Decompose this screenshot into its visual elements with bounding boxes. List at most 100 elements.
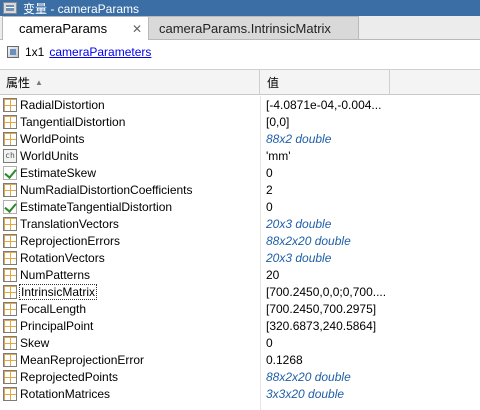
property-value[interactable]: 0 [260,198,480,215]
table-row[interactable]: EstimateTangentialDistortion 0 [0,198,480,215]
property-name-cell[interactable]: RotationMatrices [0,385,260,402]
variable-info-bar: 1x1 cameraParameters [0,40,480,64]
table-row[interactable]: ch WorldUnits'mm' [0,147,480,164]
property-name: WorldUnits [20,148,79,163]
property-name: ReprojectionErrors [20,233,121,248]
properties-table: 属性 ▲ 值 RadialDistortion [-4.0871e-04,-0.0… [0,69,480,410]
property-name-cell[interactable]: EstimateTangentialDistortion [0,198,260,215]
table-row[interactable]: MeanReprojectionError 0.1268 [0,351,480,368]
property-name-cell[interactable]: ReprojectedPoints [0,368,260,385]
property-name: TranslationVectors [20,216,119,231]
property-name-cell[interactable]: IntrinsicMatrix [0,283,260,300]
property-value[interactable]: 20x3 double [260,215,480,232]
table-row[interactable]: Skew 0 [0,334,480,351]
table-header: 属性 ▲ 值 [0,70,480,95]
property-value[interactable]: [700.2450,0,0;0,700.... [260,283,480,300]
property-name: RadialDistortion [20,97,105,112]
property-value[interactable]: [0,0] [260,113,480,130]
tab-cameraparams[interactable]: cameraParams ✕ [2,16,149,41]
column-header-value[interactable]: 值 [260,70,390,95]
window-titlebar: 变量 - cameraParams [0,0,480,16]
matrix-icon [3,386,17,401]
property-name-cell[interactable]: ReprojectionErrors [0,232,260,249]
tab-intrinsicmatrix[interactable]: cameraParams.IntrinsicMatrix [149,16,359,40]
property-value[interactable]: 0.1268 [260,351,480,368]
property-name-cell[interactable]: ch WorldUnits [0,147,260,164]
property-value[interactable]: 20 [260,266,480,283]
table-row[interactable]: PrincipalPoint [320.6873,240.5864] [0,317,480,334]
property-name: RotationMatrices [20,386,111,401]
matrix-icon [3,182,17,197]
tab-label: cameraParams.IntrinsicMatrix [159,20,331,36]
property-name: EstimateSkew [20,165,97,180]
property-name: Skew [20,335,50,350]
column-header-property[interactable]: 属性 ▲ [0,70,260,95]
tab-label: cameraParams [19,21,108,36]
property-name-cell[interactable]: NumPatterns [0,266,260,283]
close-icon[interactable]: ✕ [132,22,142,36]
property-name-cell[interactable]: RotationVectors [0,249,260,266]
property-name-cell[interactable]: TangentialDistortion [0,113,260,130]
variables-window-icon [3,2,17,14]
property-name: MeanReprojectionError [20,352,145,367]
property-name-cell[interactable]: FocalLength [0,300,260,317]
tab-strip: cameraParams ✕ cameraParams.IntrinsicMat… [0,16,480,41]
matrix-icon [3,131,17,146]
property-value[interactable]: 3x3x20 double [260,385,480,402]
table-body: RadialDistortion [-4.0871e-04,-0.004... Ta… [0,96,480,402]
matrix-icon [3,233,17,248]
property-value[interactable]: [700.2450,700.2975] [260,300,480,317]
table-row[interactable]: NumPatterns 20 [0,266,480,283]
matrix-icon [3,352,17,367]
property-value[interactable]: 20x3 double [260,249,480,266]
matrix-icon [3,250,17,265]
column-header-label: 属性 [6,76,31,90]
table-row[interactable]: WorldPoints 88x2 double [0,130,480,147]
table-row[interactable]: RotationMatrices 3x3x20 double [0,385,480,402]
property-name: ReprojectedPoints [20,369,119,384]
table-row[interactable]: RadialDistortion [-4.0871e-04,-0.004... [0,96,480,113]
property-name: NumRadialDistortionCoefficients [20,182,193,197]
property-name-cell[interactable]: PrincipalPoint [0,317,260,334]
property-value[interactable]: 88x2x20 double [260,368,480,385]
column-header-label: 值 [267,76,280,90]
property-value[interactable]: 88x2x20 double [260,232,480,249]
property-value[interactable]: 88x2 double [260,130,480,147]
property-name: TangentialDistortion [20,114,126,129]
property-value[interactable]: 0 [260,164,480,181]
table-row[interactable]: TangentialDistortion [0,0] [0,113,480,130]
property-name: IntrinsicMatrix [18,283,98,300]
table-row[interactable]: EstimateSkew 0 [0,164,480,181]
property-name: FocalLength [20,301,87,316]
property-value[interactable]: 0 [260,334,480,351]
property-name-cell[interactable]: WorldPoints [0,130,260,147]
property-value[interactable]: [-4.0871e-04,-0.004... [260,96,480,113]
property-name: EstimateTangentialDistortion [20,199,173,214]
property-name-cell[interactable]: RadialDistortion [0,96,260,113]
variable-dimensions: 1x1 [25,45,45,59]
property-name-cell[interactable]: MeanReprojectionError [0,351,260,368]
table-row[interactable]: FocalLength [700.2450,700.2975] [0,300,480,317]
checkbox-icon [3,165,17,180]
matrix-icon [3,369,17,384]
property-name-cell[interactable]: Skew [0,334,260,351]
table-row[interactable]: IntrinsicMatrix [700.2450,0,0;0,700.... [0,283,480,300]
property-name-cell[interactable]: TranslationVectors [0,215,260,232]
property-value[interactable]: [320.6873,240.5864] [260,317,480,334]
matrix-icon [3,318,17,333]
table-row[interactable]: NumRadialDistortionCoefficients 2 [0,181,480,198]
table-row[interactable]: ReprojectedPoints 88x2x20 double [0,368,480,385]
table-row[interactable]: ReprojectionErrors 88x2x20 double [0,232,480,249]
class-link[interactable]: cameraParameters [49,45,151,59]
table-row[interactable]: RotationVectors 20x3 double [0,249,480,266]
matrix-icon [3,216,17,231]
property-name: PrincipalPoint [20,318,94,333]
table-row[interactable]: TranslationVectors 20x3 double [0,215,480,232]
property-name: NumPatterns [20,267,91,282]
property-name-cell[interactable]: NumRadialDistortionCoefficients [0,181,260,198]
property-name-cell[interactable]: EstimateSkew [0,164,260,181]
property-value[interactable]: 'mm' [260,147,480,164]
property-value[interactable]: 2 [260,181,480,198]
matrix-icon [3,114,17,129]
sort-ascending-icon: ▲ [35,78,43,87]
